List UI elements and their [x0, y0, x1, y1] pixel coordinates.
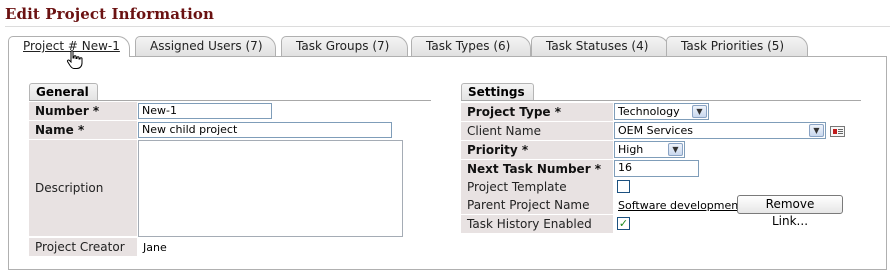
- tab-assigned-users[interactable]: Assigned Users (7): [135, 36, 276, 56]
- chevron-down-icon[interactable]: ▼: [809, 124, 824, 137]
- name-input[interactable]: New child project: [138, 122, 392, 138]
- chevron-down-icon[interactable]: ▼: [692, 105, 707, 118]
- tab-label: Task Types (6): [426, 39, 511, 53]
- client-name-value: OEM Services: [618, 124, 693, 137]
- tab-task-groups[interactable]: Task Groups (7): [281, 36, 408, 56]
- chevron-down-icon[interactable]: ▼: [668, 143, 683, 156]
- number-cell: New-1: [138, 103, 272, 119]
- client-name-select[interactable]: OEM Services ▼: [614, 122, 826, 139]
- description-label: Description: [29, 140, 137, 236]
- parent-project-label: Parent Project Name: [461, 196, 613, 214]
- number-input[interactable]: New-1: [138, 103, 272, 119]
- task-history-checkbox[interactable]: ✓: [617, 217, 630, 230]
- project-creator-value: Jane: [143, 240, 167, 254]
- settings-section-header: Settings: [461, 83, 534, 100]
- priority-value: High: [618, 143, 644, 156]
- project-type-value: Technology: [618, 105, 680, 118]
- contact-card-icon[interactable]: [830, 126, 845, 137]
- general-section-header: General: [29, 83, 98, 100]
- client-name-label: Client Name: [461, 122, 613, 140]
- tab-label: Task Statuses (4): [546, 39, 649, 53]
- settings-section-divider: [461, 100, 861, 101]
- name-label: Name *: [29, 121, 137, 139]
- tab-bar: Project # New-1 Assigned Users (7) Task …: [8, 36, 888, 57]
- project-type-select[interactable]: Technology ▼: [614, 103, 709, 120]
- hand-pointer-icon: [66, 50, 83, 69]
- project-template-cell: [617, 180, 630, 193]
- project-type-label: Project Type *: [461, 103, 613, 121]
- title-divider: [5, 26, 890, 27]
- description-textarea[interactable]: [138, 140, 403, 237]
- remove-link-button[interactable]: Remove Link...: [737, 195, 843, 228]
- description-cell: [138, 140, 403, 237]
- priority-select[interactable]: High ▼: [614, 141, 685, 158]
- tab-task-statuses[interactable]: Task Statuses (4): [531, 36, 669, 56]
- priority-cell: High ▼: [614, 141, 685, 158]
- tab-task-priorities[interactable]: Task Priorities (5): [666, 36, 808, 56]
- task-history-label: Task History Enabled: [461, 215, 613, 233]
- number-label: Number *: [29, 102, 137, 120]
- parent-project-cell: Software development: [618, 196, 743, 214]
- tab-label: Assigned Users (7): [150, 39, 263, 53]
- project-creator-label: Project Creator: [29, 238, 137, 256]
- client-name-cell: OEM Services ▼: [614, 122, 826, 139]
- tab-label: Task Priorities (5): [681, 39, 785, 53]
- project-template-checkbox[interactable]: [617, 180, 630, 193]
- page-title: Edit Project Information: [5, 5, 215, 23]
- next-task-number-input[interactable]: 16: [614, 160, 699, 177]
- name-cell: New child project: [138, 122, 392, 138]
- tab-label: Task Groups (7): [296, 39, 390, 53]
- parent-project-link[interactable]: Software development: [618, 199, 743, 212]
- task-history-cell: ✓: [617, 217, 630, 230]
- general-section-divider: [29, 100, 431, 101]
- priority-label: Priority *: [461, 141, 613, 159]
- project-template-label: Project Template: [461, 178, 613, 196]
- next-task-number-label: Next Task Number *: [461, 160, 613, 178]
- next-task-number-cell: 16: [614, 160, 699, 177]
- tab-task-types[interactable]: Task Types (6): [411, 36, 531, 56]
- project-type-cell: Technology ▼: [614, 103, 709, 120]
